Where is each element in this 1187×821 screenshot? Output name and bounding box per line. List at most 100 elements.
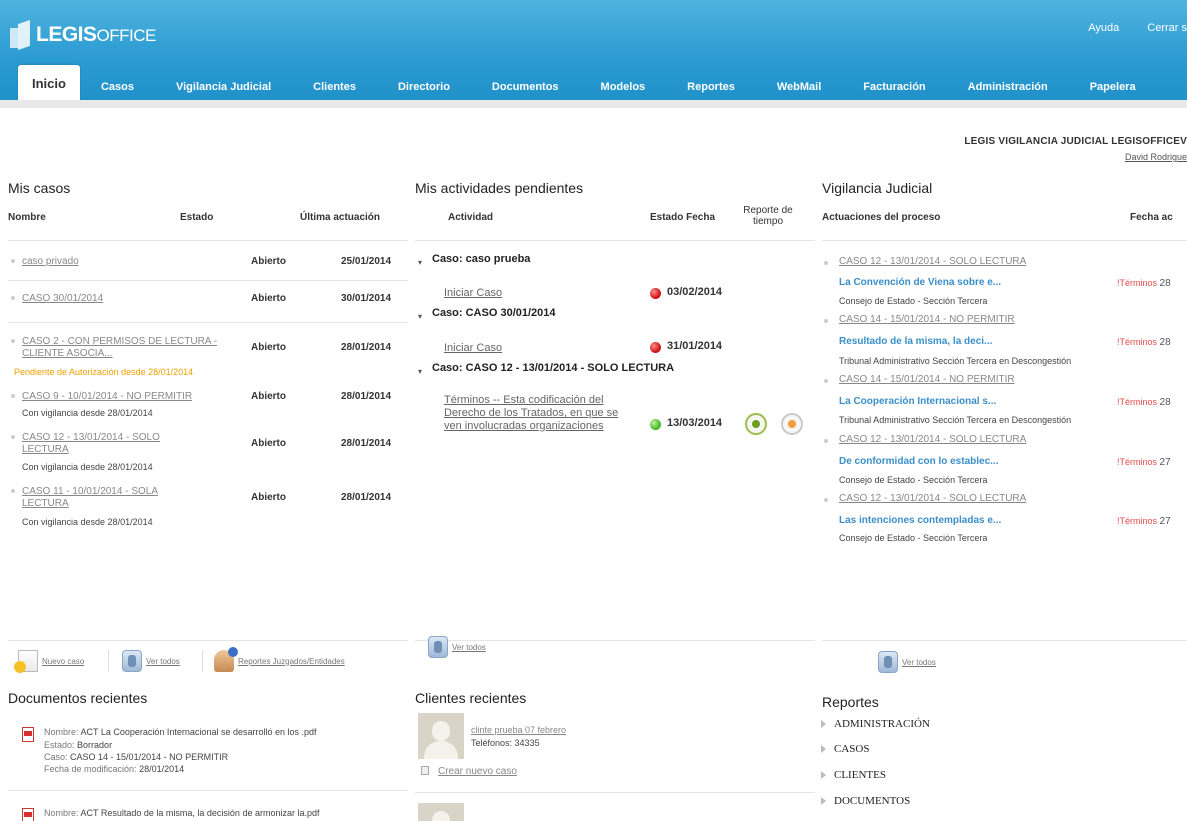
vigilancia-panel: Vigilancia Judicial Actuaciones del proc… xyxy=(822,180,1187,241)
status-red-icon xyxy=(650,342,661,353)
time-report-icon[interactable] xyxy=(781,413,803,435)
report-item-casos[interactable]: CASOS xyxy=(821,743,869,755)
report-item-clientes[interactable]: CLIENTES xyxy=(821,769,886,781)
caret-right-icon xyxy=(821,720,826,728)
tab-documentos[interactable]: Documentos xyxy=(471,73,580,101)
case-group-header[interactable]: ▾ Caso: caso prueba xyxy=(418,253,530,267)
avatar[interactable] xyxy=(418,803,464,821)
vj-court: Tribunal Administrativo Sección Tercera … xyxy=(839,415,1072,425)
activity-date: 03/02/2014 xyxy=(667,286,723,298)
case-state: Abierto xyxy=(251,293,286,304)
vj-case-link[interactable]: CASO 14 - 15/01/2014 - NO PERMITIR xyxy=(839,314,1015,325)
case-state: Abierto xyxy=(251,391,286,402)
mis-casos-panel: Mis casos Nombre Estado Última actuación xyxy=(8,180,408,241)
case-date: 25/01/2014 xyxy=(341,256,392,267)
view-all-activities-button[interactable]: Ver todos xyxy=(428,636,486,658)
vigilancia-title: Vigilancia Judicial xyxy=(822,180,933,196)
tab-facturacion[interactable]: Facturación xyxy=(842,73,946,101)
doc-name[interactable]: Nombre: ACT Resultado de la misma, la de… xyxy=(44,808,319,818)
status-red-icon xyxy=(650,288,661,299)
report-item-administracion[interactable]: ADMINISTRACIÓN xyxy=(821,718,930,730)
vj-term-badge: !Términos 27 xyxy=(1117,457,1171,468)
activity-date: 31/01/2014 xyxy=(667,340,723,352)
tab-reportes[interactable]: Reportes xyxy=(666,73,756,101)
vj-case-link[interactable]: CASO 12 - 13/01/2014 - SOLO LECTURA xyxy=(839,434,1026,445)
tab-webmail[interactable]: WebMail xyxy=(756,73,842,101)
reports-courts-button[interactable]: Reportes Juzgados/Entidades xyxy=(214,647,345,672)
mis-casos-title: Mis casos xyxy=(8,180,71,196)
caret-right-icon xyxy=(821,771,826,779)
create-new-case-link[interactable]: Crear nuevo caso xyxy=(438,766,517,777)
case-date: 28/01/2014 xyxy=(341,342,392,353)
case-link[interactable]: CASO 11 - 10/01/2014 - SOLA LECTURA xyxy=(22,486,192,510)
col-actuaciones: Actuaciones del proceso xyxy=(822,212,941,223)
actividades-panel: Mis actividades pendientes Actividad Est… xyxy=(415,180,815,241)
tab-papelera[interactable]: Papelera xyxy=(1069,73,1157,101)
legisoffice-logo[interactable]: LEGISOFFICE xyxy=(10,19,156,51)
col-estado: Estado xyxy=(180,212,214,223)
client-name-link[interactable]: clinte prueba 07 febrero xyxy=(471,725,566,735)
vj-case-link[interactable]: CASO 14 - 15/01/2014 - NO PERMITIR xyxy=(839,374,1015,385)
case-group-header[interactable]: ▾ Caso: CASO 30/01/2014 xyxy=(418,307,556,321)
vj-court: Consejo de Estado - Sección Tercera xyxy=(839,533,988,543)
vj-action-link[interactable]: Las intenciones contempladas e... xyxy=(839,515,1001,526)
case-date: 30/01/2014 xyxy=(341,293,392,304)
documentos-title: Documentos recientes xyxy=(8,690,148,706)
avatar[interactable] xyxy=(418,713,464,759)
vj-action-link[interactable]: De conformidad con lo establec... xyxy=(839,456,998,467)
tab-clientes[interactable]: Clientes xyxy=(292,73,377,101)
tab-modelos[interactable]: Modelos xyxy=(580,73,667,101)
report-item-documentos[interactable]: DOCUMENTOS xyxy=(821,795,910,807)
activity-link[interactable]: Términos -- Esta codificación del Derech… xyxy=(444,394,634,433)
new-case-button[interactable]: Nuevo caso xyxy=(14,650,84,673)
tab-inicio[interactable]: Inicio xyxy=(18,65,80,101)
case-status-note: Con vigilancia desde 28/01/2014 xyxy=(22,462,153,472)
view-all-surveillance-button[interactable]: Ver todos xyxy=(878,651,936,673)
user-name-link[interactable]: David Rodrigue xyxy=(1125,152,1187,162)
vj-case-link[interactable]: CASO 12 - 13/01/2014 - SOLO LECTURA xyxy=(839,256,1026,267)
vj-case-link[interactable]: CASO 12 - 13/01/2014 - SOLO LECTURA xyxy=(839,493,1026,504)
col-fecha: Fecha ac xyxy=(1130,212,1173,223)
tab-administracion[interactable]: Administración xyxy=(947,73,1069,101)
pdf-icon xyxy=(22,808,34,821)
chevron-down-icon: ▾ xyxy=(418,312,423,321)
case-link[interactable]: caso privado xyxy=(22,256,232,268)
time-play-icon[interactable] xyxy=(745,413,767,435)
tab-casos[interactable]: Casos xyxy=(80,73,155,101)
vj-action-link[interactable]: La Convención de Viena sobre e... xyxy=(839,277,1001,288)
vj-court: Consejo de Estado - Sección Tercera xyxy=(839,296,988,306)
tab-vigilancia-judicial[interactable]: Vigilancia Judicial xyxy=(155,73,292,101)
case-link[interactable]: CASO 9 - 10/01/2014 - NO PERMITIR xyxy=(22,391,232,403)
doc-name[interactable]: Nombre: ACT La Cooperación Internacional… xyxy=(44,727,317,737)
status-green-icon xyxy=(650,419,661,430)
case-link[interactable]: CASO 2 - CON PERMISOS DE LECTURA - CLIEN… xyxy=(22,336,237,360)
reportes-title: Reportes xyxy=(822,694,879,710)
tab-directorio[interactable]: Directorio xyxy=(377,73,471,101)
folder-icon xyxy=(878,651,898,673)
vj-action-link[interactable]: La Cooperación Internacional s... xyxy=(839,396,996,407)
header-divider xyxy=(0,100,1187,108)
chevron-down-icon: ▾ xyxy=(418,367,423,376)
logout-link[interactable]: Cerrar s xyxy=(1147,22,1187,34)
app-header: LEGISOFFICE Ayuda Cerrar s Inicio Casos … xyxy=(0,0,1187,108)
case-state: Abierto xyxy=(251,256,286,267)
case-link[interactable]: CASO 12 - 13/01/2014 - SOLO LECTURA xyxy=(22,432,192,456)
vj-term-badge: !Términos 28 xyxy=(1117,397,1171,408)
case-state: Abierto xyxy=(251,342,286,353)
case-date: 28/01/2014 xyxy=(341,492,392,503)
doc-case: Caso: CASO 14 - 15/01/2014 - NO PERMITIR xyxy=(44,752,229,762)
case-link[interactable]: CASO 30/01/2014 xyxy=(22,293,232,305)
vj-action-link[interactable]: Resultado de la misma, la deci... xyxy=(839,336,992,347)
view-all-cases-button[interactable]: Ver todos xyxy=(122,650,180,672)
activity-link[interactable]: Iniciar Caso xyxy=(444,287,502,300)
vj-court: Tribunal Administrativo Sección Tercera … xyxy=(839,356,1072,366)
col-ultima-actuacion: Última actuación xyxy=(300,212,381,223)
clientes-title: Clientes recientes xyxy=(415,690,527,706)
logo-icon xyxy=(10,19,32,51)
help-link[interactable]: Ayuda xyxy=(1088,22,1119,34)
vj-court: Consejo de Estado - Sección Tercera xyxy=(839,475,988,485)
case-group-header[interactable]: ▾ Caso: CASO 12 - 13/01/2014 - SOLO LECTU… xyxy=(418,362,674,376)
activity-link[interactable]: Iniciar Caso xyxy=(444,342,502,355)
folder-icon xyxy=(428,636,448,658)
doc-date: Fecha de modificación: 28/01/2014 xyxy=(44,764,185,774)
